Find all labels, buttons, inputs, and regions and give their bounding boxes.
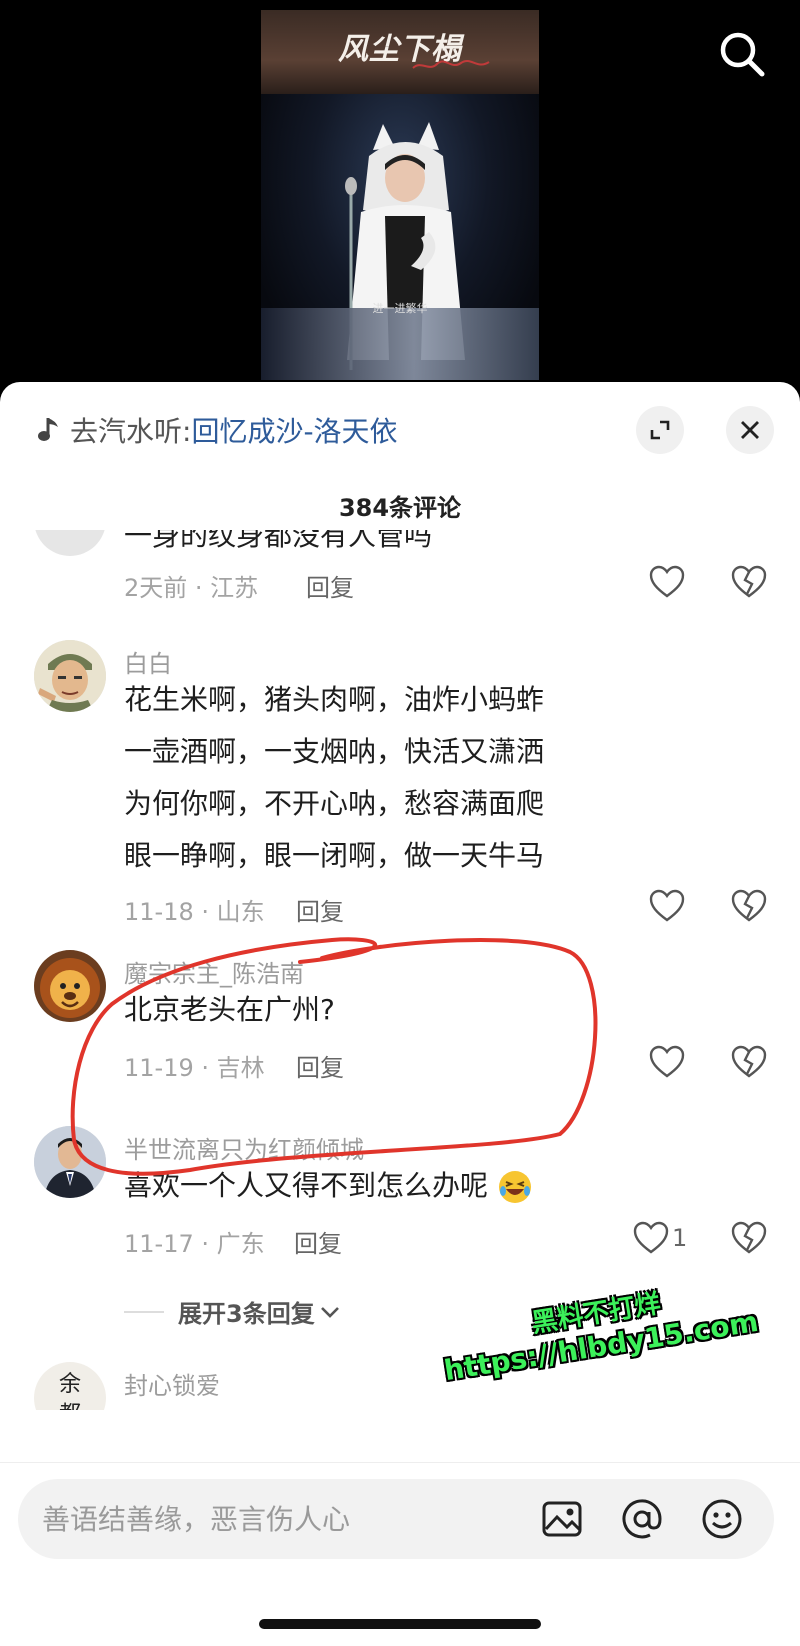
avatar[interactable] bbox=[34, 640, 106, 712]
comment-text-line: 一壶酒啊，一支烟呐，快活又潇洒 bbox=[124, 735, 545, 768]
avatar-calligraphy: 余都 bbox=[58, 1372, 81, 1410]
music-prefix: 去汽水听: bbox=[70, 415, 192, 448]
expand-replies-button[interactable]: 展开3条回复 bbox=[124, 1294, 341, 1329]
at-icon[interactable] bbox=[620, 1497, 664, 1541]
comment-text: 北京老头在广州? bbox=[124, 993, 335, 1026]
comment-text-line: 为何你啊，不开心呐，愁容满面爬 bbox=[124, 787, 545, 820]
comment-author[interactable]: 封心锁爱 bbox=[124, 1366, 220, 1401]
search-icon[interactable] bbox=[716, 28, 768, 80]
reply-button[interactable]: 回复 bbox=[294, 1224, 342, 1259]
comment-list[interactable]: 一身的纹身都没有人管吗 2天前 · 江苏 回复 白白 花生米啊，猪头肉啊，油炸小… bbox=[0, 530, 800, 1410]
avatar-cartoon-soldier bbox=[34, 640, 106, 712]
expand-icon bbox=[650, 420, 670, 440]
music-link[interactable]: 去汽水听: 回忆成沙-洛天依 bbox=[36, 410, 398, 450]
avatar[interactable] bbox=[34, 530, 106, 556]
comment-input-container[interactable] bbox=[18, 1479, 774, 1559]
avatar[interactable]: 余都 bbox=[34, 1362, 106, 1410]
comment-text-line: 花生米啊，猪头肉啊，油炸小蚂蚱 bbox=[124, 683, 545, 716]
expand-replies-label: 展开3条回复 bbox=[178, 1300, 315, 1328]
video-title: 风尘下榻 bbox=[338, 32, 462, 67]
laughing-emoji-icon bbox=[498, 1171, 531, 1203]
avatar-man-in-suit bbox=[34, 1126, 106, 1198]
expand-button[interactable] bbox=[636, 406, 684, 454]
comment-time: 11-17 · 广东 bbox=[124, 1230, 265, 1258]
comment-time: 2天前 · 江苏 bbox=[124, 574, 259, 602]
heart-icon[interactable] bbox=[648, 564, 686, 600]
broken-heart-icon[interactable] bbox=[730, 888, 768, 924]
close-icon bbox=[741, 421, 759, 439]
heart-icon[interactable] bbox=[632, 1220, 670, 1256]
video-subtitle: 进一进繁华 bbox=[372, 302, 428, 315]
video-player[interactable]: 风尘下榻 进一进繁华 bbox=[0, 0, 800, 392]
music-note-icon bbox=[38, 418, 58, 441]
image-icon[interactable] bbox=[540, 1497, 584, 1541]
comment-input-bar bbox=[0, 1462, 800, 1646]
reply-button[interactable]: 回复 bbox=[306, 568, 354, 603]
avatar-lion bbox=[34, 950, 106, 1022]
comment-count: 384条评论 bbox=[338, 494, 462, 522]
video-blur-overlay bbox=[261, 308, 539, 380]
broken-heart-icon[interactable] bbox=[730, 1044, 768, 1080]
divider bbox=[124, 1310, 164, 1313]
comment-text-content: 喜欢一个人又得不到怎么办呢 bbox=[124, 1169, 489, 1202]
comment-input[interactable] bbox=[42, 1479, 522, 1559]
heart-icon[interactable] bbox=[648, 888, 686, 924]
video-title-scribble bbox=[412, 60, 490, 69]
avatar[interactable] bbox=[34, 950, 106, 1022]
emoji-icon[interactable] bbox=[700, 1497, 744, 1541]
broken-heart-icon[interactable] bbox=[730, 1220, 768, 1256]
close-button[interactable] bbox=[726, 406, 774, 454]
home-indicator[interactable] bbox=[259, 1619, 541, 1629]
broken-heart-icon[interactable] bbox=[730, 564, 768, 600]
comment-text: 一身的纹身都没有人管吗 bbox=[124, 530, 433, 552]
comment-text: 喜欢一个人又得不到怎么办呢 bbox=[124, 1160, 533, 1212]
like-count: 1 bbox=[672, 1224, 688, 1252]
video-frame: 风尘下榻 进一进繁华 bbox=[261, 10, 539, 380]
reply-button[interactable]: 回复 bbox=[296, 1048, 344, 1083]
comment-time: 11-19 · 吉林 bbox=[124, 1054, 265, 1082]
heart-icon[interactable] bbox=[648, 1044, 686, 1080]
music-song-link[interactable]: 回忆成沙-洛天依 bbox=[191, 410, 397, 450]
comment-text-line: 眼一睁啊，眼一闭啊，做一天牛马 bbox=[124, 839, 545, 872]
chevron-down-icon bbox=[320, 1306, 339, 1318]
avatar[interactable] bbox=[34, 1126, 106, 1198]
reply-button[interactable]: 回复 bbox=[296, 892, 344, 927]
comment-panel: 去汽水听: 回忆成沙-洛天依 384条评论 一身的纹身都没有人管吗 2天前 · … bbox=[0, 382, 800, 1646]
comment-time: 11-18 · 山东 bbox=[124, 898, 265, 926]
